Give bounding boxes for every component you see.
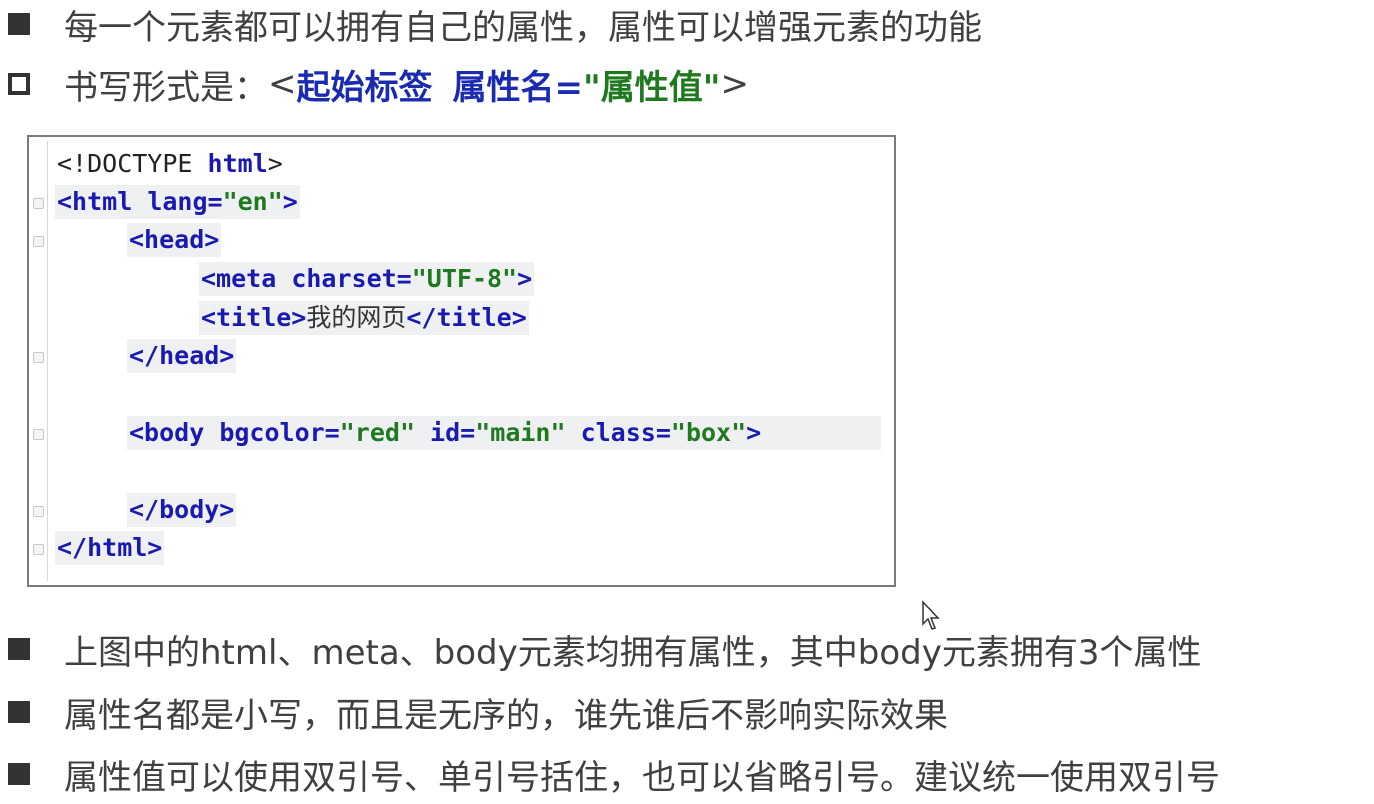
code-line-body-close: </body> <box>127 493 237 527</box>
code-line-html-close: </html> <box>55 531 165 565</box>
bullet-text: 属性名都是小写，而且是无序的，谁先谁后不影响实际效果 <box>64 695 948 736</box>
code-line-doctype: <!DOCTYPE html> <box>57 149 283 178</box>
fold-marker-icon <box>33 429 44 440</box>
code-line-html-open: <html lang="en"> <box>55 185 300 219</box>
code-line-meta: <meta charset="UTF-8"> <box>199 262 535 296</box>
bullet-text: 每一个元素都可以拥有自己的属性，属性可以增强元素的功能 <box>64 7 982 48</box>
code-line-body-open: <body bgcolor="red" id="main" class="box… <box>127 416 881 450</box>
syntax-lt: < <box>268 64 297 104</box>
fold-marker-icon <box>33 236 44 247</box>
syntax-gt: > <box>720 64 749 104</box>
square-bullet-icon <box>8 701 30 723</box>
hollow-square-bullet-icon <box>8 73 30 95</box>
fold-marker-icon <box>33 506 44 517</box>
syntax-attr-name: 属性名= <box>452 67 584 108</box>
syntax-prefix: 书写形式是： <box>64 67 268 108</box>
bullet-line-1: 每一个元素都可以拥有自己的属性，属性可以增强元素的功能 <box>0 2 982 48</box>
fold-marker-icon <box>33 544 44 555</box>
bullet-text: 属性值可以使用双引号、单引号括住，也可以省略引号。建议统一使用双引号 <box>64 757 1220 798</box>
syntax-start-tag: 起始标签 <box>296 67 433 108</box>
fold-marker-icon <box>33 198 44 209</box>
code-line-head-open: <head> <box>127 223 222 257</box>
bullet-line-4: 属性名都是小写，而且是无序的，谁先谁后不影响实际效果 <box>0 690 948 736</box>
code-line-title: <title>我的网页</title> <box>199 301 529 335</box>
bullet-line-5: 属性值可以使用双引号、单引号括住，也可以省略引号。建议统一使用双引号 <box>0 752 1220 798</box>
square-bullet-icon <box>8 638 30 660</box>
fold-marker-icon <box>33 352 44 363</box>
square-bullet-icon <box>8 13 30 35</box>
syntax-attr-value: "属性值" <box>583 67 721 108</box>
bullet-text: 上图中的html、meta、body元素均拥有属性，其中body元素拥有3个属性 <box>64 632 1202 673</box>
bullet-line-3: 上图中的html、meta、body元素均拥有属性，其中body元素拥有3个属性 <box>0 627 1202 673</box>
bullet-line-2: 书写形式是： < 起始标签 属性名= "属性值" > <box>0 62 749 108</box>
code-line-head-close: </head> <box>127 339 237 373</box>
code-panel: <!DOCTYPE html> <html lang="en"> <head> … <box>27 135 896 587</box>
square-bullet-icon <box>8 763 30 785</box>
